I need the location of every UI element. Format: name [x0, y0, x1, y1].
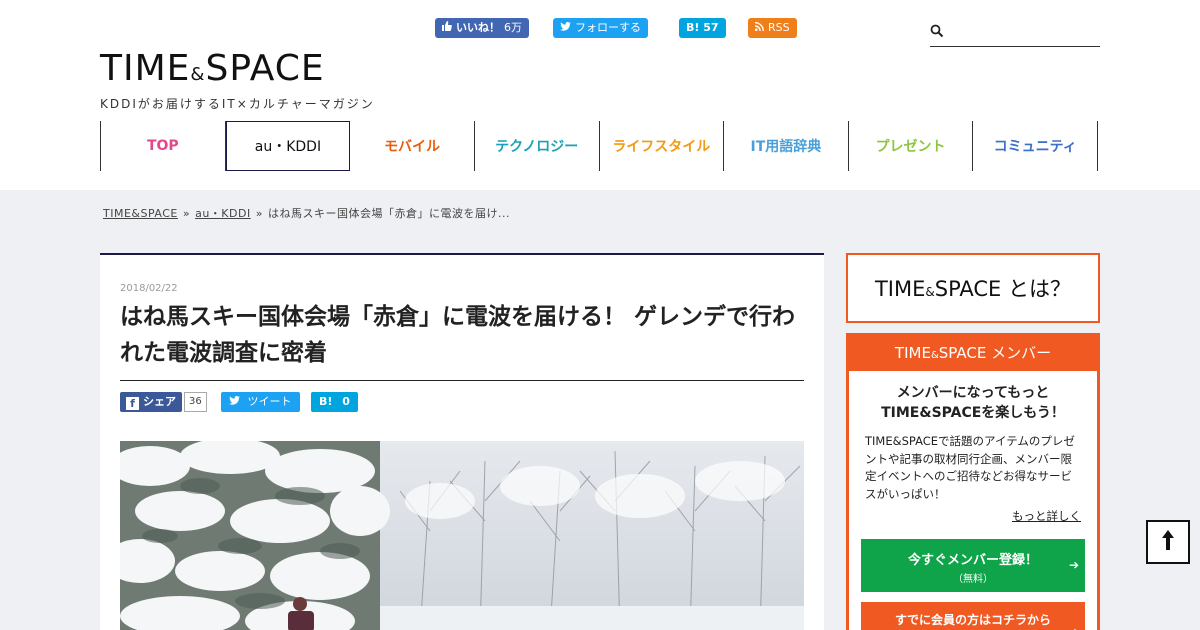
login-button[interactable]: すでに会員の方はコチラから ➔: [861, 602, 1085, 630]
hatena-share-button[interactable]: B! 0: [311, 392, 358, 412]
hatena-b-icon: B!: [686, 21, 700, 34]
register-button[interactable]: 今すぐメンバー登録！ （無料） ➔: [861, 539, 1085, 592]
title-divider: [120, 380, 804, 381]
breadcrumb-separator: »: [182, 207, 191, 220]
hatena-share-count: 0: [342, 395, 350, 408]
thumbs-up-icon: [442, 18, 452, 38]
hatena-bookmark-count: 57: [703, 21, 719, 34]
about-banner[interactable]: TIME&SPACE とは？: [846, 253, 1100, 323]
arrow-right-icon: ➔: [1069, 614, 1079, 630]
login-button-label: すでに会員の方はコチラから: [894, 613, 1052, 627]
twitter-bird-icon: [229, 395, 244, 408]
rss-button[interactable]: RSS: [748, 18, 797, 38]
site-logo[interactable]: TIME&SPACE KDDIがお届けするIT×カルチャーマガジン: [100, 50, 375, 112]
global-nav: TOP au・KDDI モバイル テクノロジー ライフスタイル IT用語辞典 プ…: [100, 121, 1098, 171]
register-button-label: 今すぐメンバー登録！: [907, 553, 1038, 568]
site-search: [930, 20, 1100, 47]
register-button-sublabel: （無料）: [953, 574, 993, 585]
hatena-b-icon: B!: [319, 395, 333, 408]
rss-label: RSS: [768, 21, 790, 34]
breadcrumb-separator: »: [255, 207, 263, 220]
facebook-like-count: 6万: [504, 21, 522, 34]
nav-item-au-kddi[interactable]: au・KDDI: [225, 121, 351, 171]
facebook-like-label: いいね！: [456, 21, 500, 34]
facebook-share-button[interactable]: f シェア: [120, 392, 182, 412]
site-header: いいね！ 6万 フォローする B! 57 RSS TIME&SPACE KDDIが…: [0, 0, 1200, 190]
tweet-label: ツイート: [247, 395, 292, 408]
arrow-right-icon: ➔: [1068, 557, 1079, 572]
nav-item-top[interactable]: TOP: [101, 121, 226, 171]
member-description: TIME&SPACEで話題のアイテムのプレゼントや記事の取材同行企画、メンバー限…: [865, 434, 1075, 501]
nav-item-technology[interactable]: テクノロジー: [475, 121, 600, 171]
nav-item-present[interactable]: プレゼント: [849, 121, 974, 171]
facebook-f-icon: f: [126, 397, 139, 410]
member-lead: メンバーになってもっと TIME&SPACEを楽しもう！: [881, 385, 1065, 421]
arrow-up-icon: [1161, 530, 1175, 554]
nav-item-lifestyle[interactable]: ライフスタイル: [600, 121, 725, 171]
about-banner-text: TIME&SPACE とは？: [874, 277, 1072, 301]
article-title: はね馬スキー国体会場「赤倉」に電波を届ける！ ゲレンデで行われた電波調査に密着: [120, 304, 796, 366]
nav-item-mobile[interactable]: モバイル: [350, 121, 475, 171]
article-hero-image: [120, 441, 804, 630]
member-widget: TIME&SPACE メンバー メンバーになってもっと TIME&SPACEを楽…: [846, 333, 1100, 630]
breadcrumb-home-link[interactable]: TIME&SPACE: [103, 207, 178, 220]
member-widget-heading: TIME&SPACE メンバー: [849, 336, 1097, 371]
twitter-follow-label: フォローする: [575, 21, 641, 34]
tweet-button[interactable]: ツイート: [221, 392, 300, 412]
back-to-top-button[interactable]: [1146, 520, 1190, 564]
nav-item-community[interactable]: コミュニティ: [973, 121, 1098, 171]
article-date: 2018/02/22: [120, 283, 178, 294]
logo-wordmark: TIME&SPACE: [100, 48, 325, 89]
article-card: 2018/02/22 はね馬スキー国体会場「赤倉」に電波を届ける！ ゲレンデで行…: [100, 253, 824, 630]
breadcrumb: TIME&SPACE » au・KDDI » はね馬スキー国体会場「赤倉」に電波を届け.…: [103, 205, 510, 221]
breadcrumb-current: はね馬スキー国体会場「赤倉」に電波を届け...: [267, 207, 510, 220]
facebook-like-button[interactable]: いいね！ 6万: [435, 18, 529, 38]
rss-icon: [755, 18, 764, 38]
nav-item-it-glossary[interactable]: IT用語辞典: [724, 121, 849, 171]
member-more-link[interactable]: もっと詳しく: [1012, 508, 1081, 524]
hatena-bookmark-button[interactable]: B! 57: [679, 18, 726, 38]
facebook-share-label: シェア: [143, 395, 176, 408]
facebook-share-count: 36: [184, 392, 207, 412]
logo-tagline: KDDIがお届けするIT×カルチャーマガジン: [100, 97, 375, 111]
search-input[interactable]: [950, 20, 1098, 44]
search-icon[interactable]: [930, 23, 944, 38]
twitter-follow-button[interactable]: フォローする: [553, 18, 648, 38]
breadcrumb-category-link[interactable]: au・KDDI: [195, 207, 251, 220]
twitter-bird-icon: [560, 18, 571, 38]
